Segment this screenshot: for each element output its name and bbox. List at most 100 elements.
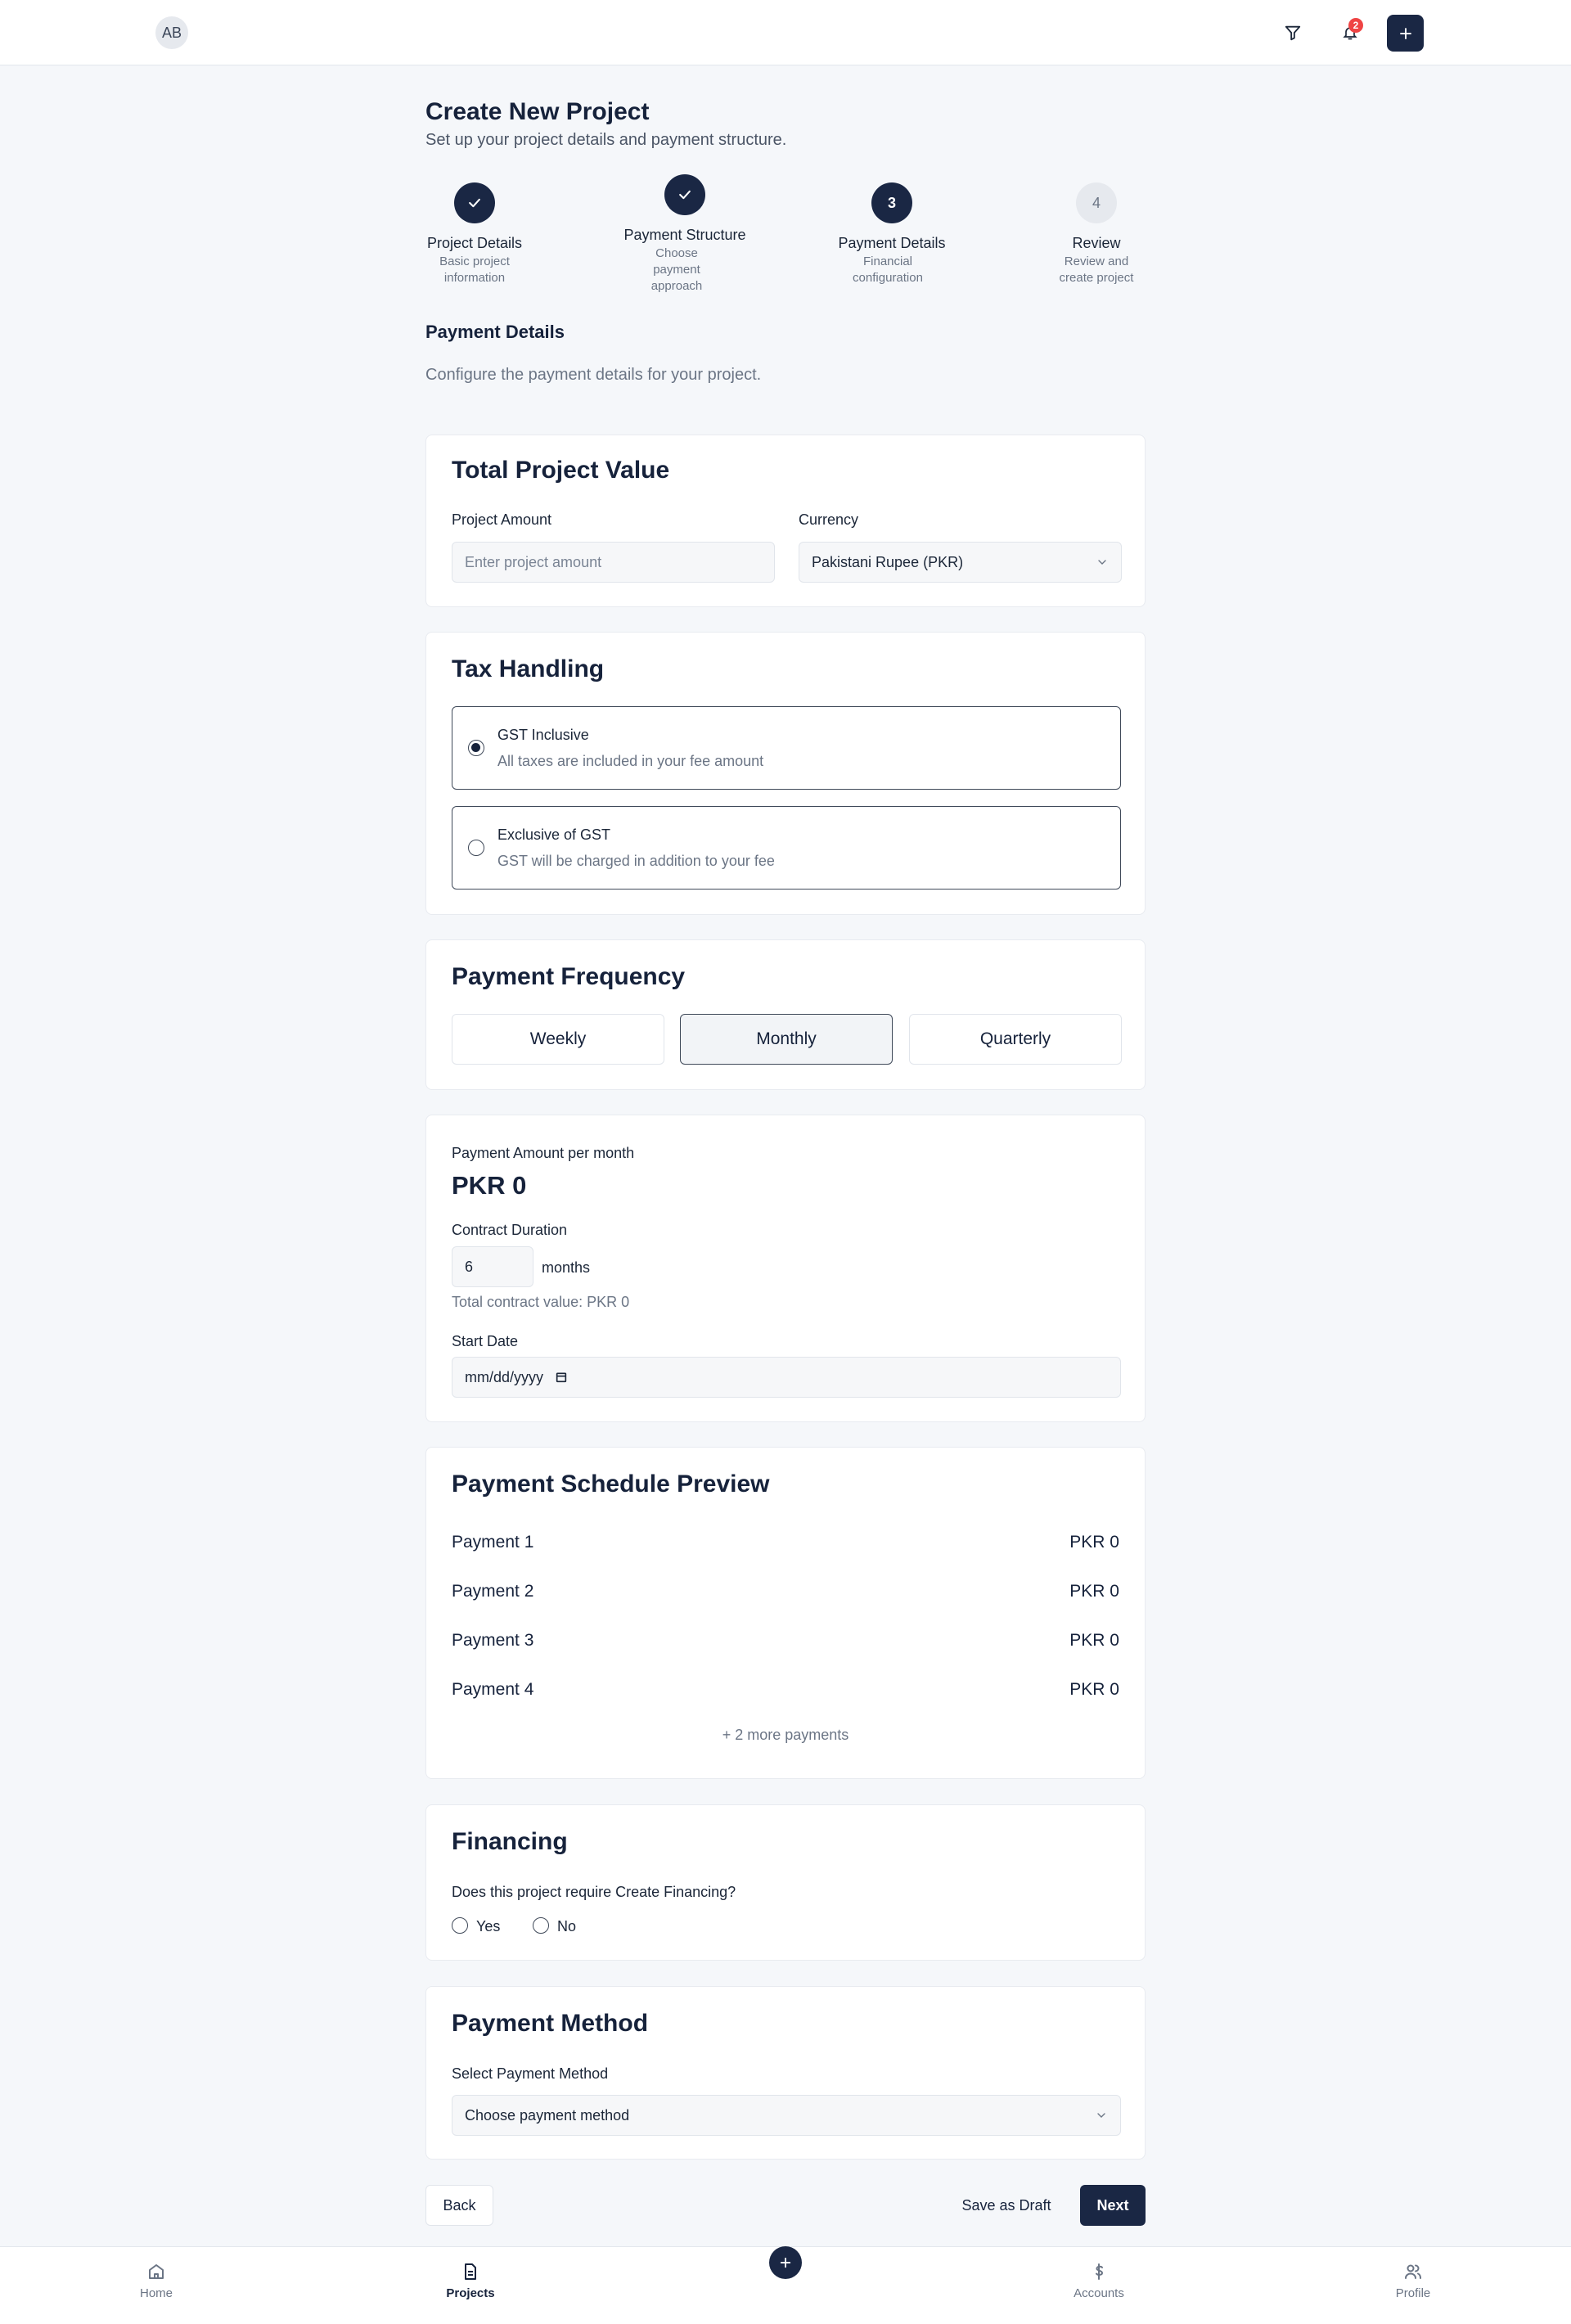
plus-icon — [780, 2257, 791, 2268]
payment-method-placeholder: Choose payment method — [465, 2106, 630, 2124]
schedule-row: Payment 4 PKR 0 — [452, 1680, 1119, 1700]
payment-method-label: Select Payment Method — [452, 2065, 609, 2082]
nav-profile[interactable]: Profile — [1364, 2262, 1462, 2300]
option-desc: GST will be charged in addition to your … — [497, 853, 775, 869]
nav-label: Home — [139, 2286, 173, 2300]
filter-icon — [1285, 25, 1301, 41]
radio-button[interactable] — [468, 740, 484, 756]
duration-unit: months — [542, 1259, 591, 1276]
total-contract-value: Total contract value: PKR 0 — [452, 1294, 630, 1310]
payment-label: Payment 4 — [452, 1680, 534, 1699]
center-add-button[interactable] — [769, 2246, 802, 2279]
financing-yes-label: Yes — [476, 1918, 501, 1934]
card-title: Tax Handling — [452, 655, 605, 682]
step-desc: Basic project information — [439, 254, 510, 285]
step-payment-details[interactable]: 3 Payment Details Financial configuration — [835, 174, 949, 286]
tax-handling-card: Tax Handling GST Inclusive All taxes are… — [425, 632, 1146, 915]
nav-label: Accounts — [1074, 2286, 1124, 2300]
plus-icon — [1399, 27, 1411, 39]
financing-question: Does this project require Create Financi… — [452, 1884, 736, 1900]
document-icon — [465, 2263, 476, 2280]
payment-method-select[interactable]: Choose payment method — [452, 2095, 1121, 2136]
frequency-monthly[interactable]: Monthly — [680, 1014, 893, 1065]
payment-label: Payment 2 — [452, 1582, 534, 1601]
step-title: Review — [1072, 235, 1121, 251]
project-amount-input[interactable]: Enter project amount — [452, 542, 775, 583]
nav-home[interactable]: Home — [107, 2262, 205, 2300]
tax-option-exclusive-gst[interactable]: Exclusive of GST GST will be charged in … — [452, 806, 1121, 890]
step-desc: Choose payment approach — [650, 246, 703, 293]
section-heading: Payment Details — [425, 322, 565, 342]
section-description: Configure the payment details for your p… — [425, 366, 762, 384]
nav-label: Projects — [446, 2286, 495, 2300]
payment-amount: PKR 0 — [1069, 1680, 1119, 1699]
step-circle — [454, 182, 495, 223]
notification-badge: 2 — [1348, 18, 1363, 33]
step-review[interactable]: 4 Review Review and create project — [1047, 174, 1146, 286]
total-value-card: Total Project Value Project Amount Enter… — [425, 435, 1146, 607]
filter-button[interactable] — [1278, 18, 1308, 47]
home-icon — [149, 2264, 164, 2279]
nav-accounts[interactable]: Accounts — [1050, 2262, 1148, 2300]
nav-label: Profile — [1395, 2286, 1431, 2300]
nav-projects[interactable]: Projects — [421, 2262, 520, 2300]
avatar[interactable]: AB — [155, 16, 188, 49]
option-label: Exclusive of GST — [497, 826, 611, 843]
step-title: Project Details — [426, 235, 523, 251]
payment-amount-value: PKR 0 — [452, 1171, 527, 1200]
card-title: Financing — [452, 1828, 568, 1855]
step-desc: Financial configuration — [853, 254, 923, 285]
currency-select[interactable]: Pakistani Rupee (PKR) — [799, 542, 1122, 583]
date-placeholder: mm/dd/yyyy — [465, 1368, 544, 1385]
step-desc: Review and create project — [1059, 254, 1134, 285]
start-date-label: Start Date — [452, 1333, 519, 1349]
next-button[interactable]: Next — [1080, 2185, 1146, 2226]
dollar-icon — [1096, 2263, 1104, 2280]
payment-method-card: Payment Method Select Payment Method Cho… — [425, 1986, 1146, 2160]
more-payments-text: + 2 more payments — [722, 1727, 849, 1743]
step-payment-structure[interactable]: Payment Structure Choose payment approach — [619, 174, 750, 295]
schedule-row: Payment 3 PKR 0 — [452, 1631, 1119, 1651]
payment-label: Payment 1 — [452, 1533, 534, 1552]
payment-schedule-card: Payment Schedule Preview Payment 1 PKR 0… — [425, 1447, 1146, 1779]
start-date-input[interactable]: mm/dd/yyyy — [452, 1357, 1121, 1398]
card-title: Payment Method — [452, 2010, 649, 2037]
check-icon — [469, 198, 480, 208]
payment-amount: PKR 0 — [1069, 1533, 1119, 1552]
calendar-icon[interactable] — [555, 1371, 568, 1384]
page-title: Create New Project — [425, 98, 650, 125]
financing-yes-radio[interactable] — [452, 1917, 468, 1934]
step-project-details[interactable]: Project Details Basic project information — [425, 174, 524, 286]
frequency-quarterly[interactable]: Quarterly — [909, 1014, 1122, 1065]
radio-button[interactable] — [468, 840, 484, 856]
tax-option-gst-inclusive[interactable]: GST Inclusive All taxes are included in … — [452, 706, 1121, 790]
page-subtitle: Set up your project details and payment … — [425, 131, 787, 149]
save-draft-button[interactable]: Save as Draft — [949, 2185, 1064, 2226]
users-icon — [1405, 2264, 1421, 2279]
back-button[interactable]: Back — [425, 2185, 493, 2226]
payment-label: Payment 3 — [452, 1631, 534, 1650]
financing-no-radio[interactable] — [533, 1917, 549, 1934]
schedule-row: Payment 2 PKR 0 — [452, 1582, 1119, 1601]
notifications-button[interactable]: 2 — [1335, 18, 1365, 47]
currency-label: Currency — [799, 511, 859, 528]
chevron-down-icon — [1098, 560, 1106, 565]
step-title: Payment Structure — [623, 227, 746, 243]
project-amount-label: Project Amount — [452, 511, 552, 528]
contract-duration-label: Contract Duration — [452, 1222, 568, 1238]
contract-duration-input[interactable]: 6 — [452, 1246, 533, 1287]
card-title: Payment Schedule Preview — [452, 1471, 770, 1498]
step-circle — [664, 174, 705, 215]
payment-amount: PKR 0 — [1069, 1582, 1119, 1601]
page-header: Create New Project Set up your project d… — [425, 98, 1146, 385]
step-circle: 3 — [871, 182, 912, 223]
payment-amount-label: Payment Amount per month — [452, 1145, 635, 1161]
add-button[interactable] — [1387, 15, 1424, 52]
frequency-weekly[interactable]: Weekly — [452, 1014, 664, 1065]
option-desc: All taxes are included in your fee amoun… — [497, 753, 764, 769]
payment-frequency-card: Payment Frequency Weekly Monthly Quarter… — [425, 939, 1146, 1090]
step-title: Payment Details — [838, 235, 946, 251]
schedule-row: Payment 1 PKR 0 — [452, 1533, 1119, 1552]
step-circle: 4 — [1076, 182, 1117, 223]
payment-amount-card: Payment Amount per month PKR 0 Contract … — [425, 1115, 1146, 1422]
